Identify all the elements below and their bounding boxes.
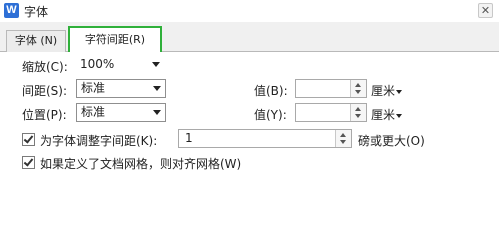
close-button[interactable]: ✕	[478, 3, 493, 18]
scale-select[interactable]: 100%	[76, 56, 164, 75]
checkmark-icon	[23, 156, 34, 167]
grid-align-checkbox[interactable]	[22, 156, 35, 169]
spacing-label: 间距(S):	[22, 84, 68, 98]
tab-bar: 字体 (N) 字符间距(R)	[0, 22, 499, 53]
title-bar: W 字体 ✕	[0, 0, 499, 22]
kerning-value-input[interactable]: 1	[178, 129, 352, 148]
spacing-select[interactable]: 标准	[76, 79, 166, 98]
position-select[interactable]: 标准	[76, 103, 166, 122]
kerning-label: 为字体调整字间距(K):	[40, 134, 158, 148]
spin-up-icon[interactable]	[355, 107, 361, 111]
caret-down-icon	[396, 113, 403, 118]
scale-value: 100%	[80, 57, 115, 71]
position-label: 位置(P):	[22, 108, 67, 122]
position-unit-dropdown[interactable]: 厘米	[371, 106, 403, 123]
tab-character-spacing[interactable]: 字符间距(R)	[68, 26, 162, 53]
chevron-down-icon	[152, 62, 160, 67]
spacing-value-input[interactable]	[295, 79, 367, 98]
tab-font[interactable]: 字体 (N)	[6, 30, 66, 52]
spin-buttons[interactable]	[350, 80, 366, 97]
chevron-down-icon	[153, 110, 161, 115]
window-title: 字体	[24, 5, 49, 19]
spacing-unit-dropdown[interactable]: 厘米	[371, 82, 403, 99]
position-value-input[interactable]	[295, 103, 367, 122]
spin-up-icon[interactable]	[355, 83, 361, 87]
spin-down-icon[interactable]	[340, 140, 346, 144]
kerning-suffix: 磅或更大(O)	[358, 134, 425, 148]
wps-writer-icon: W	[4, 3, 19, 18]
position-value: 标准	[81, 105, 106, 119]
checkmark-icon	[23, 133, 34, 144]
spin-buttons[interactable]	[335, 130, 351, 147]
kerning-checkbox[interactable]	[22, 133, 35, 146]
position-unit-label: 厘米	[371, 108, 396, 122]
character-spacing-panel: 缩放(C): 100% 间距(S): 标准 值(B): 厘米 位置(P): 标准…	[0, 52, 499, 245]
chevron-down-icon	[153, 86, 161, 91]
spin-down-icon[interactable]	[355, 114, 361, 118]
position-value-label: 值(Y):	[254, 108, 287, 122]
scale-label: 缩放(C):	[22, 60, 68, 74]
caret-down-icon	[396, 89, 403, 94]
spin-up-icon[interactable]	[340, 133, 346, 137]
spacing-value-label: 值(B):	[254, 84, 288, 98]
kerning-value-text: 1	[185, 131, 193, 145]
spin-down-icon[interactable]	[355, 90, 361, 94]
spin-buttons[interactable]	[350, 104, 366, 121]
grid-align-label: 如果定义了文档网格，则对齐网格(W)	[40, 157, 242, 171]
spacing-value: 标准	[81, 81, 106, 95]
spacing-unit-label: 厘米	[371, 84, 396, 98]
